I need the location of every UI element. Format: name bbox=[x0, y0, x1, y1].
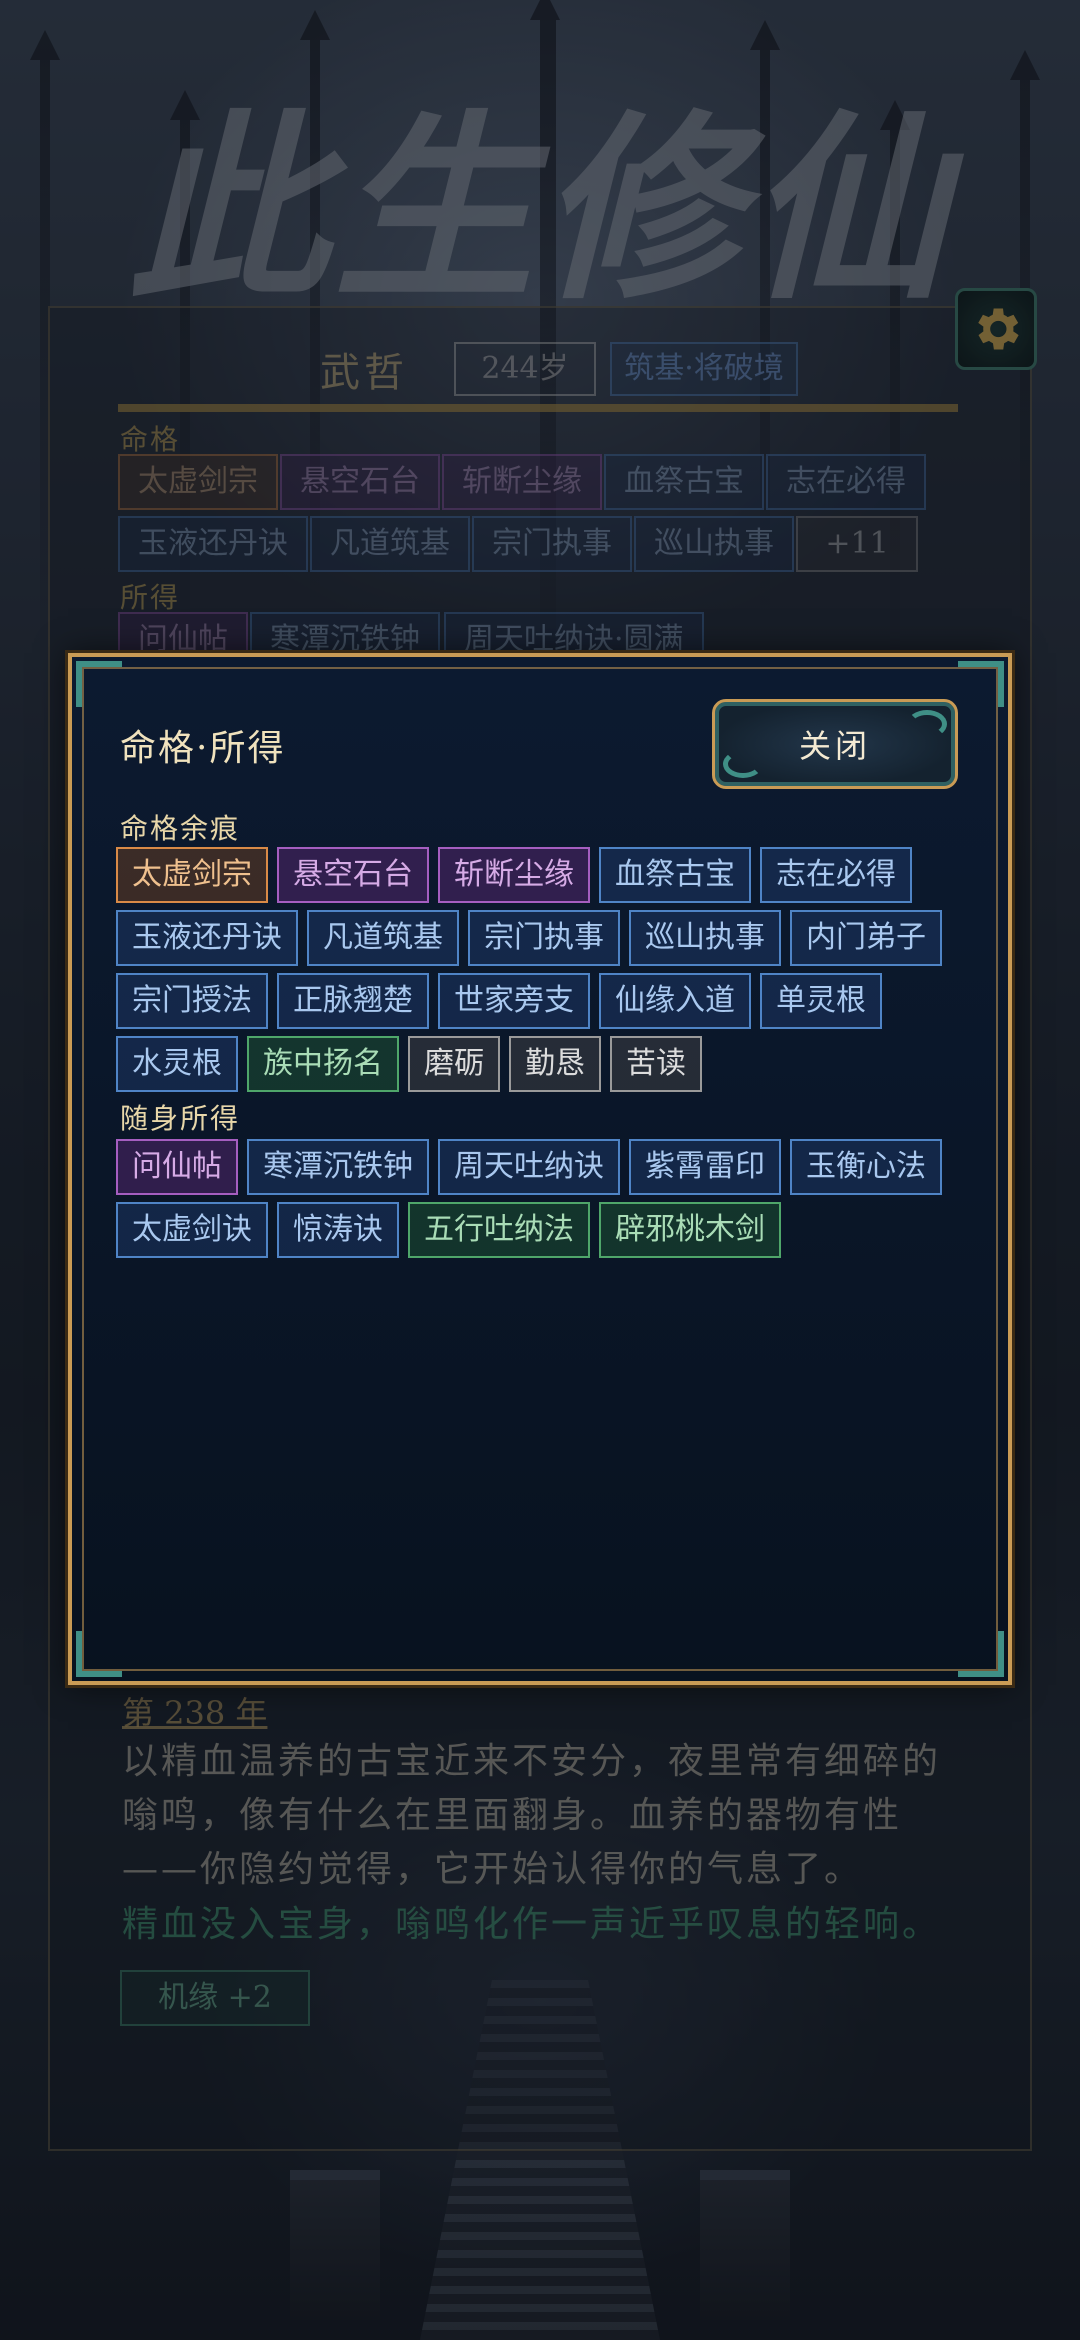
item-tag-row: 太虚剑诀 惊涛诀 五行吐纳法 辟邪桃木剑 bbox=[116, 1202, 781, 1258]
fate-tag[interactable]: 内门弟子 bbox=[790, 910, 942, 966]
corner-ornament bbox=[76, 1631, 122, 1677]
fate-items-modal: 命格·所得 关闭 命格余痕 太虚剑宗 悬空石台 斩断尘缘 血祭古宝 志在必得 玉液还丹诀… bbox=[68, 653, 1012, 1685]
corner-ornament bbox=[958, 661, 1004, 707]
fate-tag[interactable]: 单灵根 bbox=[760, 973, 882, 1029]
fate-tag[interactable]: 血祭古宝 bbox=[599, 847, 751, 903]
fate-tag[interactable]: 太虚剑宗 bbox=[116, 847, 268, 903]
fate-tag[interactable]: 正脉翘楚 bbox=[277, 973, 429, 1029]
close-button-label: 关闭 bbox=[798, 727, 871, 765]
fate-tag[interactable]: 志在必得 bbox=[760, 847, 912, 903]
fate-tag[interactable]: 水灵根 bbox=[116, 1036, 238, 1092]
item-tag[interactable]: 太虚剑诀 bbox=[116, 1202, 268, 1258]
item-tag[interactable]: 问仙帖 bbox=[116, 1139, 238, 1195]
item-tag[interactable]: 辟邪桃木剑 bbox=[599, 1202, 781, 1258]
fate-tag[interactable]: 斩断尘缘 bbox=[438, 847, 590, 903]
corner-ornament bbox=[76, 661, 122, 707]
fate-tag[interactable]: 世家旁支 bbox=[438, 973, 590, 1029]
close-button[interactable]: 关闭 bbox=[712, 699, 958, 789]
fate-tag[interactable]: 勤恳 bbox=[509, 1036, 601, 1092]
item-tag[interactable]: 五行吐纳法 bbox=[408, 1202, 590, 1258]
fate-tag[interactable]: 巡山执事 bbox=[629, 910, 781, 966]
fate-tag[interactable]: 苦读 bbox=[610, 1036, 702, 1092]
fate-tag-row: 宗门授法 正脉翘楚 世家旁支 仙缘入道 单灵根 bbox=[116, 973, 882, 1029]
fate-section-label: 命格余痕 bbox=[120, 812, 241, 845]
fate-tag[interactable]: 凡道筑基 bbox=[307, 910, 459, 966]
fate-tag[interactable]: 宗门执事 bbox=[468, 910, 620, 966]
corner-ornament bbox=[958, 1631, 1004, 1677]
fate-tag[interactable]: 悬空石台 bbox=[277, 847, 429, 903]
modal-title: 命格·所得 bbox=[120, 728, 286, 769]
item-tag[interactable]: 紫霄雷印 bbox=[629, 1139, 781, 1195]
fate-tag[interactable]: 磨砺 bbox=[408, 1036, 500, 1092]
item-tag[interactable]: 寒潭沉铁钟 bbox=[247, 1139, 429, 1195]
fate-tag-row: 玉液还丹诀 凡道筑基 宗门执事 巡山执事 内门弟子 bbox=[116, 910, 942, 966]
cloud-swirl-icon bbox=[907, 710, 947, 738]
cloud-swirl-icon bbox=[723, 750, 763, 778]
fate-tag[interactable]: 玉液还丹诀 bbox=[116, 910, 298, 966]
fate-tag[interactable]: 宗门授法 bbox=[116, 973, 268, 1029]
item-tag[interactable]: 周天吐纳诀 bbox=[438, 1139, 620, 1195]
fate-tag-row: 水灵根 族中扬名 磨砺 勤恳 苦读 bbox=[116, 1036, 702, 1092]
fate-tag[interactable]: 族中扬名 bbox=[247, 1036, 399, 1092]
fate-tag[interactable]: 仙缘入道 bbox=[599, 973, 751, 1029]
fate-tag-row: 太虚剑宗 悬空石台 斩断尘缘 血祭古宝 志在必得 bbox=[116, 847, 912, 903]
item-tag[interactable]: 玉衡心法 bbox=[790, 1139, 942, 1195]
item-tag-row: 问仙帖 寒潭沉铁钟 周天吐纳诀 紫霄雷印 玉衡心法 bbox=[116, 1139, 942, 1195]
items-section-label: 随身所得 bbox=[120, 1102, 241, 1135]
item-tag[interactable]: 惊涛诀 bbox=[277, 1202, 399, 1258]
